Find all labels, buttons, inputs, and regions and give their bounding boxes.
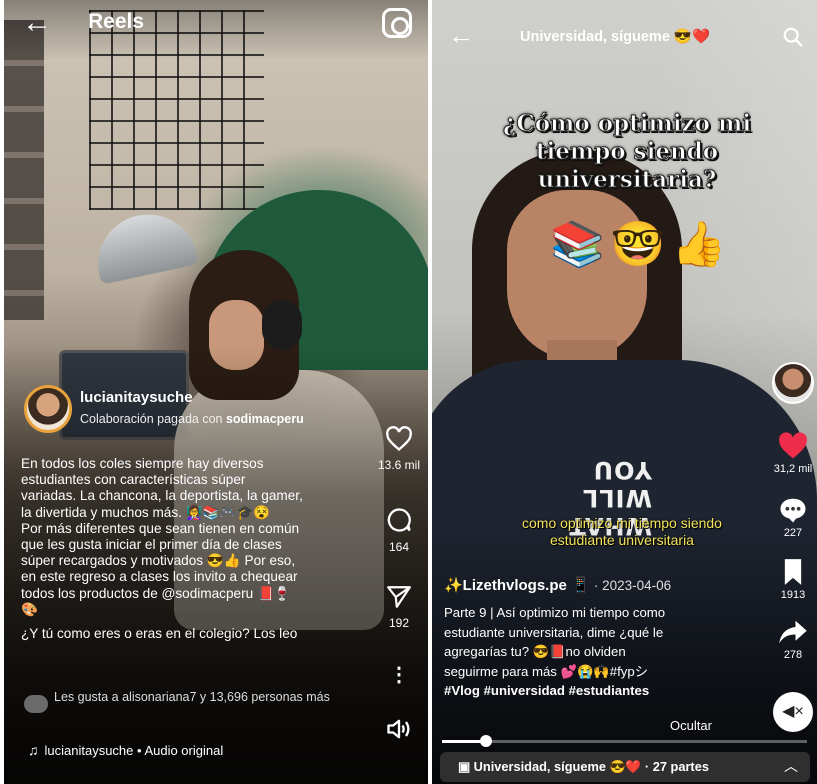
overlay-emojis: 📚🤓👍 bbox=[550, 220, 733, 269]
comment-button[interactable]: 164 bbox=[370, 506, 428, 554]
caption-line: estudiantes con características súper bbox=[21, 472, 246, 488]
post-date: · 2023-04-06 bbox=[593, 578, 672, 593]
muted-speaker-icon: ◀× bbox=[782, 703, 804, 720]
caption-line: súper recargados y motivados 😎👍 Por eso, bbox=[21, 553, 296, 569]
caption-line: en este regreso a clases los invito a ch… bbox=[21, 569, 298, 585]
chevron-up-icon[interactable]: ︿ bbox=[784, 756, 798, 776]
author-line[interactable]: ✨Lizethvlogs.pe 📱 · 2023-04-06 bbox=[444, 576, 671, 594]
page-title: Universidad, sígueme 😎❤️ bbox=[520, 29, 711, 45]
share-button[interactable]: 278 bbox=[768, 618, 817, 661]
back-arrow-icon[interactable]: ← bbox=[22, 8, 52, 38]
audio-label: lucianitaysuche • Audio original bbox=[44, 743, 224, 758]
description[interactable]: Parte 9 | Así optimizo mi tiempo como es… bbox=[444, 603, 744, 701]
caption-line: 🎨 bbox=[21, 601, 38, 617]
liker-avatars bbox=[24, 695, 48, 713]
hide-button[interactable]: Ocultar bbox=[670, 718, 712, 733]
heart-icon bbox=[386, 426, 412, 452]
caption-line: que les gusta iniciar el primer día de c… bbox=[21, 537, 282, 553]
desc-line: agregarías tu? 😎📕no olviden bbox=[444, 644, 626, 659]
series-label[interactable]: ▣ Universidad, sígueme 😎❤️ · 27 partes bbox=[458, 759, 709, 775]
audio-toggle-button[interactable] bbox=[370, 716, 428, 748]
comment-icon bbox=[780, 498, 806, 523]
like-button[interactable]: 13.6 mil bbox=[370, 426, 428, 472]
video-subtitle: como optimizo mi tiempo siendo estudiant… bbox=[522, 515, 722, 548]
share-count: 278 bbox=[783, 649, 803, 661]
music-note-icon: ♫ bbox=[28, 742, 39, 758]
tiktok-video-panel: WHAT WILLYOU ← Universidad, sígueme 😎❤️ … bbox=[432, 0, 817, 784]
save-count: 1913 bbox=[780, 589, 806, 601]
caption-line: la divertida y muchos más. 👩‍🏫📚🎮🎓😵 bbox=[21, 504, 271, 520]
mute-button[interactable]: ◀× bbox=[773, 692, 813, 732]
comment-icon bbox=[387, 508, 411, 532]
paid-partnership-label[interactable]: Colaboración pagada con sodimacperu bbox=[80, 412, 304, 426]
share-arrow-icon bbox=[779, 620, 807, 644]
likes-summary[interactable]: Les gusta a alisonariana7 y 13,696 perso… bbox=[54, 690, 384, 705]
share-count: 192 bbox=[388, 616, 410, 630]
collab-prefix: Colaboración pagada con bbox=[80, 412, 223, 426]
caption-line: Por más diferentes que sean tienen en co… bbox=[21, 520, 300, 536]
avatar[interactable] bbox=[772, 362, 814, 404]
bookmark-icon bbox=[784, 559, 802, 585]
caption-line: variadas. La chancona, la deportista, la… bbox=[21, 488, 303, 504]
like-count: 13.6 mil bbox=[377, 458, 421, 472]
audio-attribution[interactable]: ♫ lucianitaysuche • Audio original bbox=[28, 742, 223, 758]
caption-line: En todos los coles siempre hay diversos bbox=[21, 456, 264, 471]
more-options-icon[interactable]: ⋮ bbox=[370, 662, 428, 687]
speaker-icon bbox=[387, 719, 410, 739]
progress-track[interactable] bbox=[442, 740, 807, 743]
headphones bbox=[262, 300, 302, 350]
avatar[interactable] bbox=[24, 385, 72, 433]
caption[interactable]: En todos los coles siempre hay diversos … bbox=[21, 456, 371, 642]
author-name: ✨Lizethvlogs.pe 📱 bbox=[444, 577, 590, 594]
send-icon bbox=[387, 586, 411, 608]
heart-icon bbox=[779, 432, 807, 459]
back-arrow-icon[interactable]: ← bbox=[448, 22, 474, 48]
video-headline: ¿Cómo optimizo mi tiempo siendo universi… bbox=[502, 110, 752, 194]
person-face bbox=[507, 190, 647, 360]
desc-line: Parte 9 | Así optimizo mi tiempo como bbox=[444, 605, 666, 620]
playlist-icon: ▣ bbox=[458, 759, 474, 774]
comment-button[interactable]: 227 bbox=[768, 496, 817, 539]
wall-photos bbox=[4, 20, 44, 320]
comment-count: 164 bbox=[388, 540, 410, 554]
share-button[interactable]: 192 bbox=[370, 584, 428, 630]
caption-line: todos los productos de @sodimacperu 📕🍷 bbox=[21, 585, 291, 601]
like-count: 31,2 mil bbox=[773, 463, 813, 475]
username[interactable]: lucianitaysuche bbox=[80, 389, 193, 406]
like-button[interactable]: 31,2 mil bbox=[768, 432, 817, 475]
progress-handle[interactable] bbox=[480, 735, 492, 747]
instagram-reel-panel: ← Reels lucianitaysuche Colaboración pag… bbox=[4, 0, 428, 784]
desc-line: estudiante universitaria, dime ¿qué le bbox=[444, 624, 664, 640]
camera-icon[interactable] bbox=[382, 8, 412, 38]
caption-question: ¿Y tú como eres o eras en el colegio? Lo… bbox=[21, 626, 298, 642]
comment-count: 227 bbox=[783, 527, 803, 539]
collab-brand[interactable]: sodimacperu bbox=[226, 412, 304, 426]
page-title: Reels bbox=[88, 10, 145, 33]
desc-line: seguirme para más 💕😭🙌#fypシ bbox=[444, 663, 648, 679]
hashtags[interactable]: #Vlog #universidad #estudiantes bbox=[444, 681, 744, 701]
save-button[interactable]: 1913 bbox=[768, 558, 817, 601]
search-icon[interactable] bbox=[782, 26, 804, 48]
